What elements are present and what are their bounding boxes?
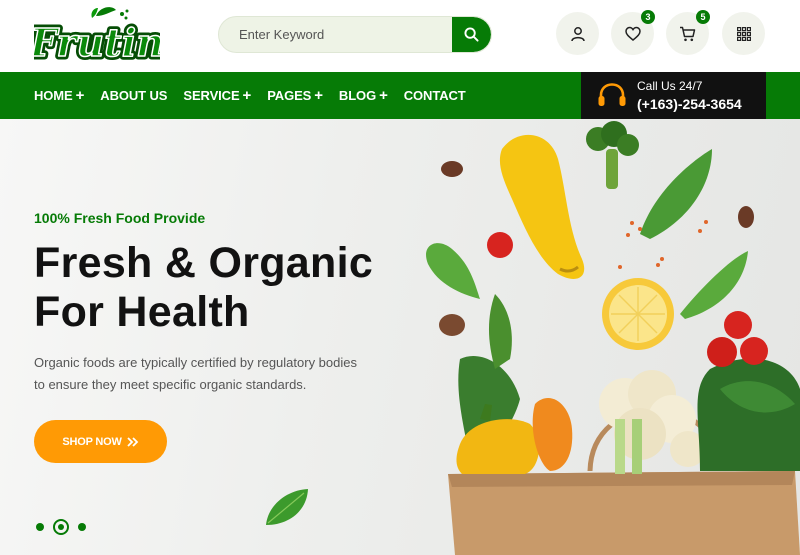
headset-icon <box>598 82 626 106</box>
slide-dot-3[interactable] <box>78 523 86 531</box>
hero-description: Organic foods are typically certified by… <box>34 355 357 392</box>
search-input[interactable] <box>219 17 455 52</box>
hero-subtitle: 100% Fresh Food Provide <box>34 210 206 226</box>
user-icon <box>570 26 585 41</box>
cart-icon <box>680 26 696 41</box>
nav-item-about-us[interactable]: ABOUT US <box>100 88 167 103</box>
heart-icon <box>624 26 641 41</box>
submenu-plus-icon: + <box>314 87 323 104</box>
nav-item-home[interactable]: HOME + <box>34 88 84 103</box>
menu-grid-button[interactable] <box>722 12 765 55</box>
nav-item-contact[interactable]: CONTACT <box>404 88 466 103</box>
vegetables-bag-image <box>426 121 800 555</box>
search-button[interactable] <box>452 17 491 52</box>
hero-banner: 100% Fresh Food Provide Fresh & Organic … <box>0 119 800 555</box>
slide-dot-2-active[interactable] <box>53 519 69 535</box>
wishlist-button[interactable]: 3 <box>611 10 655 55</box>
site-header: Frutin Frutin 3 5 <box>0 0 800 72</box>
svg-text:Frutin: Frutin <box>34 20 160 64</box>
nav-item-pages[interactable]: PAGES + <box>267 88 323 103</box>
frutin-logo[interactable]: Frutin Frutin <box>34 6 160 64</box>
slide-dot-1[interactable] <box>36 523 44 531</box>
submenu-plus-icon: + <box>75 87 85 104</box>
leaf-decoration-icon <box>266 489 308 525</box>
slider-pagination <box>36 519 99 535</box>
search-bar <box>218 16 492 53</box>
wishlist-count-badge: 3 <box>641 10 655 24</box>
shop-now-button[interactable]: SHOP NOW <box>34 420 167 463</box>
hero-title: Fresh & Organic For Health <box>34 239 374 336</box>
cart-button[interactable]: 5 <box>666 10 710 55</box>
nav-item-service[interactable]: SERVICE + <box>183 88 251 103</box>
call-us-box[interactable]: Call Us 24/7 (+163)-254-3654 <box>581 72 766 119</box>
call-label: Call Us 24/7 <box>637 79 703 93</box>
search-icon <box>464 27 479 42</box>
double-chevron-right-icon <box>127 436 138 447</box>
nav-menu: HOME + ABOUT US SERVICE + PAGES + BLOG + CON… <box>34 72 482 119</box>
submenu-plus-icon: + <box>242 87 252 104</box>
cart-count-badge: 5 <box>696 10 710 24</box>
call-phone-number[interactable]: (+163)-254-3654 <box>637 96 742 112</box>
main-navigation: HOME + ABOUT US SERVICE + PAGES + BLOG + CON… <box>0 72 800 119</box>
nav-item-blog[interactable]: BLOG + <box>339 88 388 103</box>
submenu-plus-icon: + <box>379 87 388 104</box>
grid-icon <box>736 26 751 41</box>
account-button[interactable] <box>556 12 599 55</box>
